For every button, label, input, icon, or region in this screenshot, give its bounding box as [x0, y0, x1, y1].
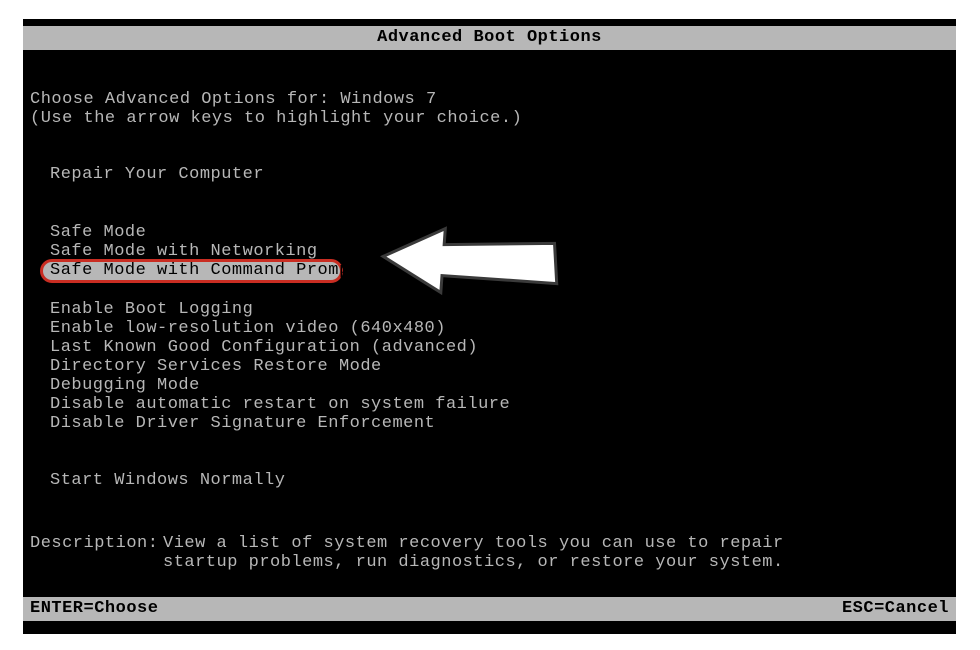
- status-enter: ENTER=Choose: [30, 597, 158, 621]
- title-text: Advanced Boot Options: [377, 28, 602, 47]
- choose-label: Choose Advanced Options for: Windows 7: [30, 90, 437, 109]
- menu-last-known-good[interactable]: Last Known Good Configuration (advanced): [50, 338, 478, 357]
- description-label: Description:: [30, 534, 158, 553]
- menu-start-normally[interactable]: Start Windows Normally: [50, 471, 285, 490]
- menu-debugging-mode[interactable]: Debugging Mode: [50, 376, 200, 395]
- pointer-arrow-icon: [363, 222, 563, 302]
- hint-label: (Use the arrow keys to highlight your ch…: [30, 109, 522, 128]
- description-line2: startup problems, run diagnostics, or re…: [163, 553, 784, 572]
- menu-disable-auto-restart[interactable]: Disable automatic restart on system fail…: [50, 395, 510, 414]
- boot-screen[interactable]: Advanced Boot Options Choose Advanced Op…: [23, 19, 956, 634]
- canvas: Advanced Boot Options Choose Advanced Op…: [0, 0, 980, 650]
- menu-safe-mode-command-prompt-selected[interactable]: Safe Mode with Command Prompt: [40, 259, 343, 283]
- menu-low-res-video[interactable]: Enable low-resolution video (640x480): [50, 319, 446, 338]
- menu-disable-driver-sig[interactable]: Disable Driver Signature Enforcement: [50, 414, 435, 433]
- title-bar: Advanced Boot Options: [23, 26, 956, 50]
- status-esc: ESC=Cancel: [842, 597, 949, 621]
- description-line1: View a list of system recovery tools you…: [163, 534, 784, 553]
- menu-safe-mode[interactable]: Safe Mode: [50, 223, 146, 242]
- menu-boot-logging[interactable]: Enable Boot Logging: [50, 300, 253, 319]
- menu-ds-restore-mode[interactable]: Directory Services Restore Mode: [50, 357, 382, 376]
- status-bar: ENTER=Choose ESC=Cancel: [23, 597, 956, 621]
- menu-repair-computer[interactable]: Repair Your Computer: [50, 165, 264, 184]
